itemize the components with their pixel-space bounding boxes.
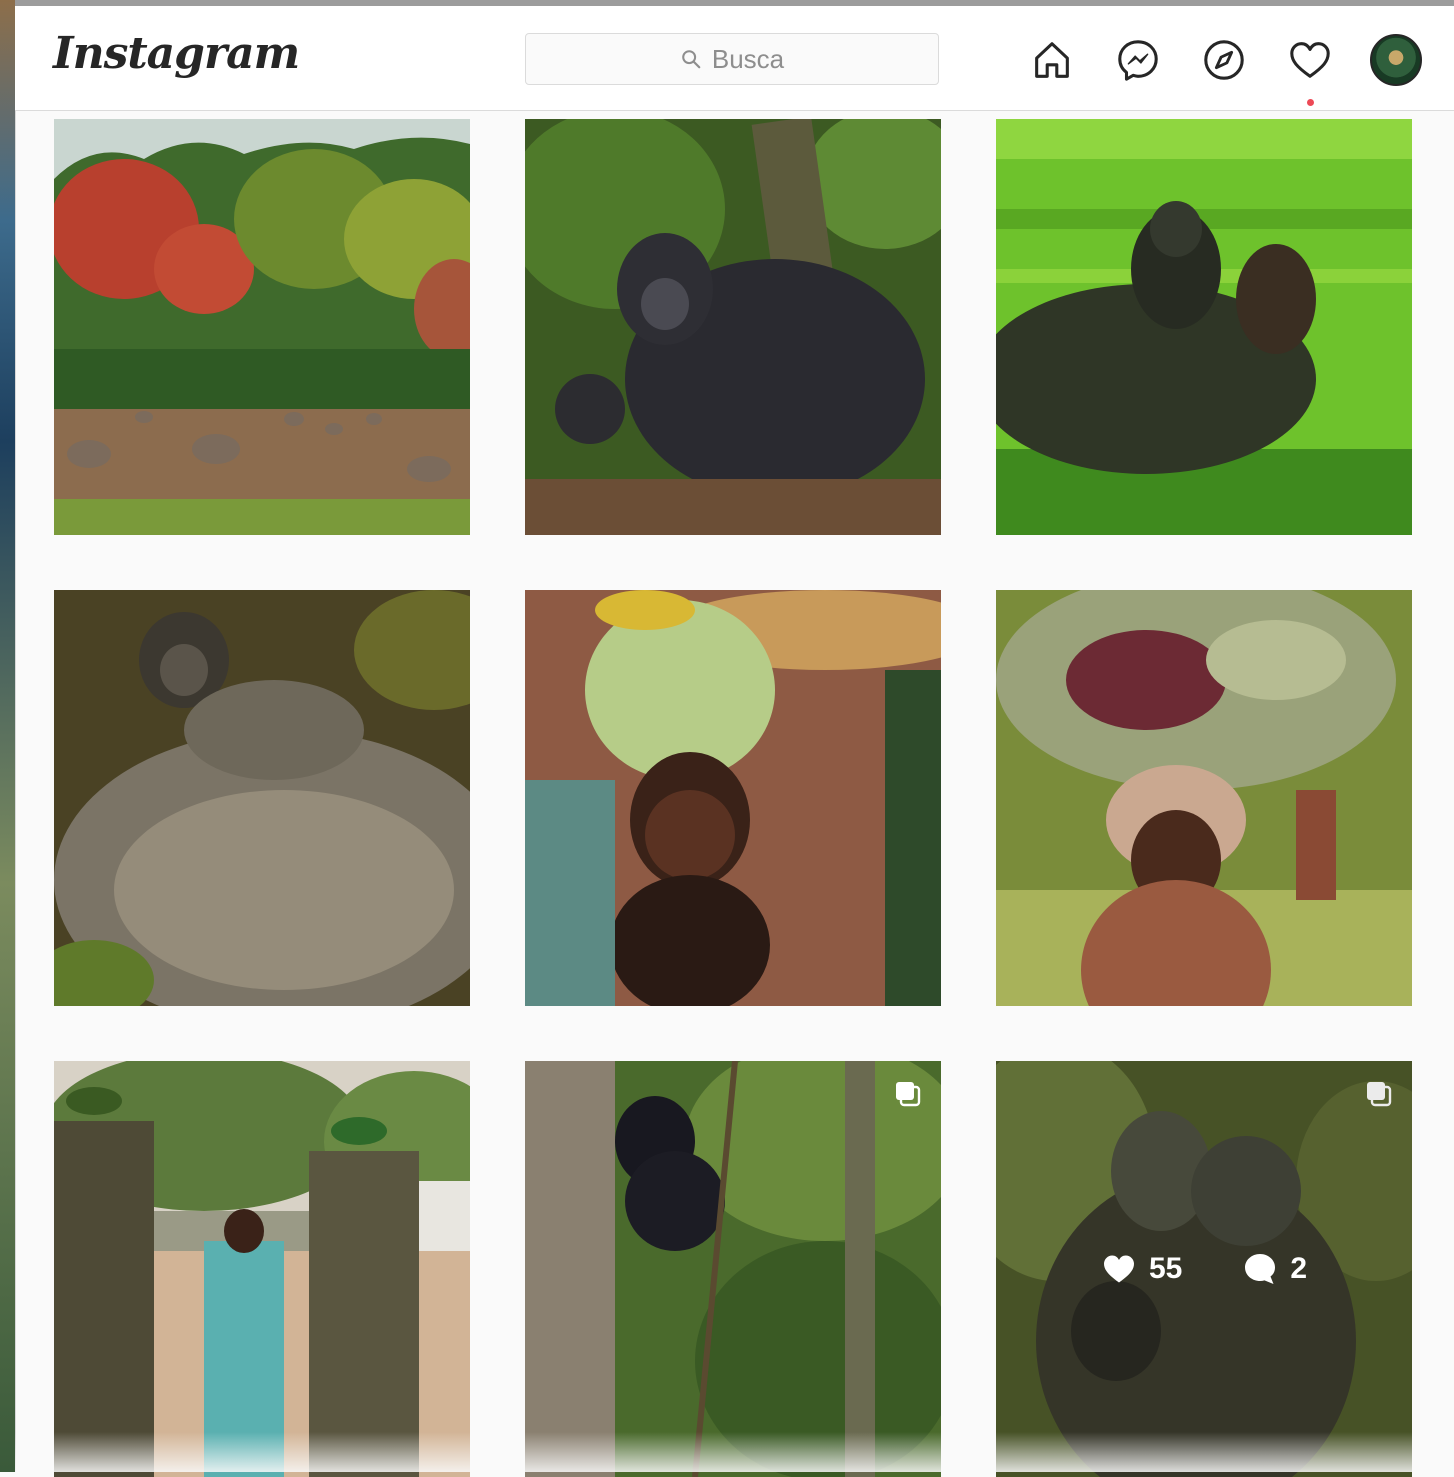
post-gorilla-silverback[interactable] [525, 119, 941, 535]
post-rangers[interactable] [54, 1061, 470, 1477]
post-image [525, 119, 941, 535]
likes-count: 55 [1148, 1252, 1183, 1285]
messenger-icon [1118, 40, 1158, 81]
home-icon [1035, 42, 1069, 78]
post-image [54, 1061, 470, 1477]
likes-stat: 55 [1101, 1251, 1182, 1287]
post-image [996, 590, 1412, 1006]
post-image [54, 590, 470, 1006]
explore-button[interactable] [1198, 34, 1250, 86]
comments-stat: 2 [1242, 1251, 1307, 1287]
post-image [54, 119, 470, 535]
home-button[interactable] [1026, 34, 1078, 86]
search-placeholder: Busca [711, 43, 785, 74]
comment-bubble-icon [1245, 1254, 1276, 1284]
bottom-fade [15, 1432, 1454, 1472]
activity-button[interactable] [1284, 34, 1336, 106]
messenger-button[interactable] [1112, 34, 1164, 86]
notification-dot [1307, 99, 1314, 106]
post-hover-overlay: 55 2 [996, 1061, 1412, 1477]
search-icon [682, 50, 701, 69]
nav-icons [1026, 34, 1422, 106]
post-child-leaf-hat[interactable] [525, 590, 941, 1006]
post-gorilla-baby[interactable] [54, 590, 470, 1006]
top-navigation-bar: Instagram Busca [15, 6, 1454, 111]
profile-button[interactable] [1370, 34, 1422, 86]
post-gorilla-climbing[interactable] [525, 1061, 941, 1477]
explore-icon [1204, 40, 1244, 80]
post-elephants[interactable] [54, 119, 470, 535]
post-image [996, 119, 1412, 535]
post-image [525, 1061, 941, 1477]
activity-heart-icon [1290, 42, 1330, 78]
background-window-edge [0, 0, 16, 1472]
post-gorilla-hug[interactable]: 55 2 [996, 1061, 1412, 1477]
post-gorilla-motion[interactable] [996, 119, 1412, 535]
heart-icon [1103, 1255, 1134, 1283]
post-image [525, 590, 941, 1006]
multiple-photos-icon [896, 1082, 921, 1107]
comments-count: 2 [1290, 1252, 1308, 1285]
profile-avatar [1370, 34, 1422, 86]
instagram-logo[interactable]: Instagram [53, 28, 300, 79]
posts-grid: 55 2 [54, 119, 1412, 1477]
post-child-leaves[interactable] [996, 590, 1412, 1006]
search-input[interactable]: Busca [525, 33, 939, 85]
